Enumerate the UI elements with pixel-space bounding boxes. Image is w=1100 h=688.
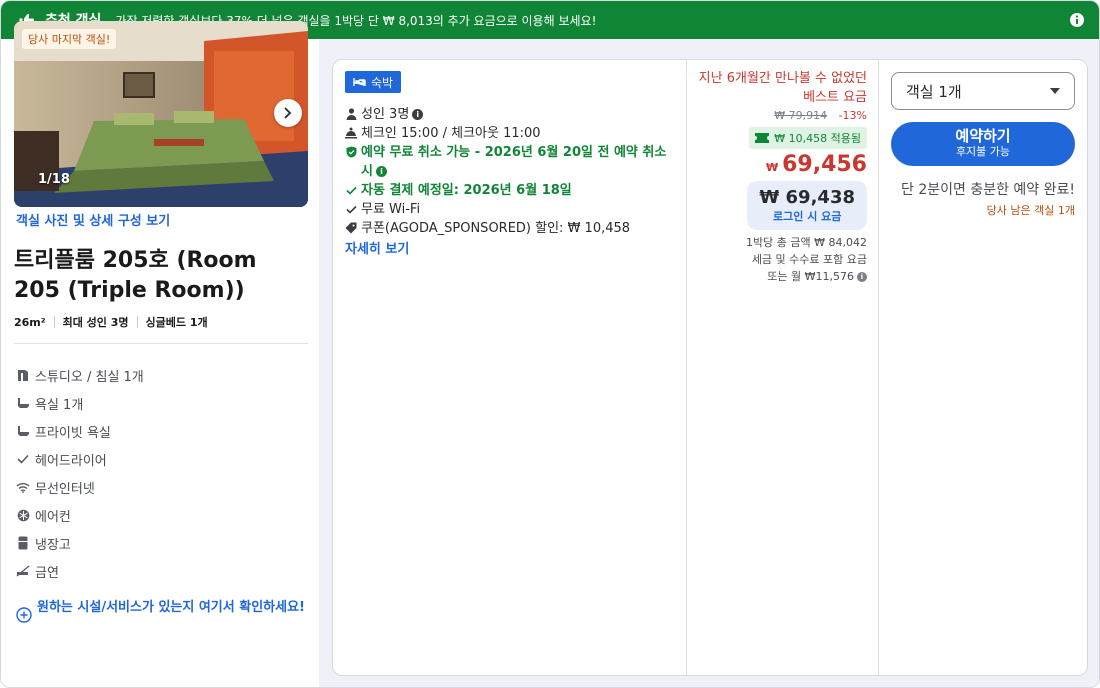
free-cancel-label: 예약 무료 취소 가능 - 2026년 6월 20일 전 예약 취소 시 bbox=[361, 145, 667, 179]
book-button[interactable]: 예약하기 후지불 가능 bbox=[891, 122, 1075, 166]
best-price-label: 지난 6개월간 만나볼 수 없었던 베스트 요금 bbox=[698, 71, 867, 105]
room-photos-link[interactable]: 객실 사진 및 상세 구성 보기 bbox=[16, 210, 170, 229]
amenity-label: 스튜디오 / 침실 1개 bbox=[35, 369, 144, 385]
info-icon[interactable] bbox=[1069, 12, 1085, 28]
coupon-item: 쿠폰(AGODA_SPONSORED) 할인: ₩ 10,458 bbox=[345, 219, 675, 238]
amenity-item: 프라이빗 욕실 bbox=[16, 417, 144, 445]
offer-details: 숙박 성인 3명 i 체크인 15:00 / 체크아웃 11:00 예약 무료 취… bbox=[345, 71, 675, 257]
booking-column: 객실 1개 예약하기 후지불 가능 단 2분이면 충분한 예약 완료! 당사 남… bbox=[891, 72, 1075, 218]
current-price: ₩69,456 bbox=[687, 152, 867, 177]
offer-features: 성인 3명 i 체크인 15:00 / 체크아웃 11:00 예약 무료 취소 가… bbox=[345, 105, 675, 238]
amenity-label: 욕실 1개 bbox=[35, 397, 84, 413]
check-icon bbox=[345, 203, 357, 215]
chevron-right-icon bbox=[284, 107, 292, 119]
info-icon[interactable]: i bbox=[375, 166, 387, 177]
currency-symbol: ₩ bbox=[765, 161, 779, 174]
snowflake-icon bbox=[16, 508, 30, 522]
fridge-icon bbox=[16, 536, 30, 550]
login-price-label: 로그인 시 요금 bbox=[773, 210, 842, 223]
amenity-item: 에어컨 bbox=[16, 501, 144, 529]
auto-pay-item: 자동 결제 예정일: 2026년 6월 18일 bbox=[345, 181, 675, 200]
amenity-label: 무선인터넷 bbox=[35, 481, 95, 497]
price-amount: 69,456 bbox=[782, 152, 867, 177]
facility-link-label[interactable]: 원하는 시설/서비스가 있는지 여기서 확인하세요! bbox=[37, 599, 305, 623]
room-count-value: 객실 1개 bbox=[906, 82, 962, 101]
max-occupancy: 최대 성인 3명 bbox=[62, 316, 129, 329]
amenity-label: 에어컨 bbox=[35, 509, 71, 525]
no-smoking-icon bbox=[16, 564, 30, 578]
auto-pay-label: 자동 결제 예정일: 2026년 6월 18일 bbox=[361, 183, 572, 198]
monthly-price: 또는 월 ₩11,576 i bbox=[687, 268, 867, 285]
ticket-icon bbox=[755, 133, 770, 143]
pay-later-label: 후지불 가능 bbox=[955, 145, 1011, 158]
amenity-item: 무선인터넷 bbox=[16, 473, 144, 501]
next-photo-button[interactable] bbox=[274, 99, 302, 127]
total-per-night: 1박당 총 금액 ₩ 84,042 bbox=[746, 236, 867, 249]
tag-icon bbox=[345, 222, 357, 234]
free-cancel-item: 예약 무료 취소 가능 - 2026년 6월 20일 전 예약 취소 시i bbox=[345, 143, 675, 181]
bed-type: 싱글베드 1개 bbox=[145, 316, 208, 329]
stay-badge-label: 숙박 bbox=[371, 75, 394, 90]
room-title: 트리플룸 205호 (Room 205 (Triple Room)) bbox=[14, 248, 257, 303]
login-price-box[interactable]: ₩ 69,438 로그인 시 요금 bbox=[747, 181, 867, 230]
urgency-message: 단 2분이면 충분한 예약 완료! bbox=[901, 182, 1075, 198]
room-size: 26m² bbox=[14, 315, 46, 329]
amenity-item: 냉장고 bbox=[16, 529, 144, 557]
discount-percent: -13% bbox=[838, 109, 867, 122]
bell-icon bbox=[345, 127, 357, 139]
amenity-item: 헤어드라이어 bbox=[16, 445, 144, 473]
amenity-label: 헤어드라이어 bbox=[35, 453, 107, 469]
amenity-label: 냉장고 bbox=[35, 537, 71, 553]
wifi-icon bbox=[16, 480, 30, 494]
person-icon bbox=[345, 108, 357, 120]
photo-counter: 1/18 bbox=[38, 172, 70, 187]
spec-divider bbox=[53, 316, 55, 328]
spec-divider bbox=[136, 316, 138, 328]
check-icon bbox=[16, 452, 30, 466]
coupon-applied-chip: ₩ 10,458 적용됨 bbox=[749, 127, 867, 149]
wifi-label: 무료 Wi-Fi bbox=[361, 202, 421, 217]
price-column: 지난 6개월간 만나볼 수 없었던 베스트 요금 ₩ 79,914 -13% ₩… bbox=[687, 69, 867, 285]
room-offer-widget: 추천 객실 가장 저렴한 객실보다 37% 더 넓은 객실을 1박당 단 ₩ 8… bbox=[0, 0, 1100, 688]
price-fine-print: 1박당 총 금액 ₩ 84,042 세금 및 수수료 포함 요금 또는 월 ₩1… bbox=[687, 234, 867, 285]
amenity-label: 프라이빗 욕실 bbox=[35, 425, 111, 441]
amenity-item: 금연 bbox=[16, 557, 144, 585]
checkin-item: 체크인 15:00 / 체크아웃 11:00 bbox=[345, 124, 675, 143]
info-icon[interactable]: i bbox=[412, 109, 424, 120]
bath-icon bbox=[16, 396, 30, 410]
shield-check-icon bbox=[345, 146, 357, 158]
amenity-item: 스튜디오 / 침실 1개 bbox=[16, 361, 144, 389]
amenity-label: 금연 bbox=[35, 565, 59, 581]
guests-label: 성인 3명 bbox=[361, 107, 410, 122]
original-price: ₩ 79,914 bbox=[774, 109, 828, 122]
stay-badge: 숙박 bbox=[345, 71, 402, 93]
room-count-select[interactable]: 객실 1개 bbox=[891, 72, 1075, 110]
facility-check-link[interactable]: 원하는 시설/서비스가 있는지 여기서 확인하세요! bbox=[16, 599, 306, 623]
coupon-applied-label: ₩ 10,458 적용됨 bbox=[774, 132, 861, 145]
info-icon[interactable]: i bbox=[857, 272, 867, 282]
amenity-item: 욕실 1개 bbox=[16, 389, 144, 417]
book-button-label: 예약하기 bbox=[955, 127, 1011, 145]
studio-icon bbox=[16, 368, 30, 382]
details-link[interactable]: 자세히 보기 bbox=[345, 238, 675, 257]
coupon-label: 쿠폰(AGODA_SPONSORED) 할인: ₩ 10,458 bbox=[361, 221, 631, 236]
rooms-left-label: 당사 남은 객실 1개 bbox=[986, 204, 1075, 217]
divider bbox=[14, 343, 308, 344]
guests-item: 성인 3명 i bbox=[345, 105, 675, 124]
bath-icon bbox=[16, 424, 30, 438]
check-icon bbox=[345, 184, 357, 196]
chevron-down-icon bbox=[1050, 88, 1060, 94]
tax-note: 세금 및 수수료 포함 요금 bbox=[751, 253, 867, 266]
wifi-item: 무료 Wi-Fi bbox=[345, 200, 675, 219]
room-photo[interactable]: 당사 마지막 객실! 1/18 bbox=[14, 21, 308, 207]
last-room-badge: 당사 마지막 객실! bbox=[22, 29, 117, 49]
plus-circle-icon bbox=[16, 607, 32, 623]
checkin-label: 체크인 15:00 / 체크아웃 11:00 bbox=[361, 126, 541, 141]
amenities-list: 스튜디오 / 침실 1개 욕실 1개 프라이빗 욕실 헤어드라이어 무선인터넷 … bbox=[16, 361, 144, 585]
bed-icon bbox=[353, 78, 366, 86]
room-specs: 26m² 최대 성인 3명 싱글베드 1개 bbox=[14, 314, 208, 330]
original-price-row: ₩ 79,914 -13% bbox=[687, 109, 867, 122]
column-divider bbox=[878, 60, 879, 675]
login-price: ₩ 69,438 bbox=[759, 187, 855, 208]
